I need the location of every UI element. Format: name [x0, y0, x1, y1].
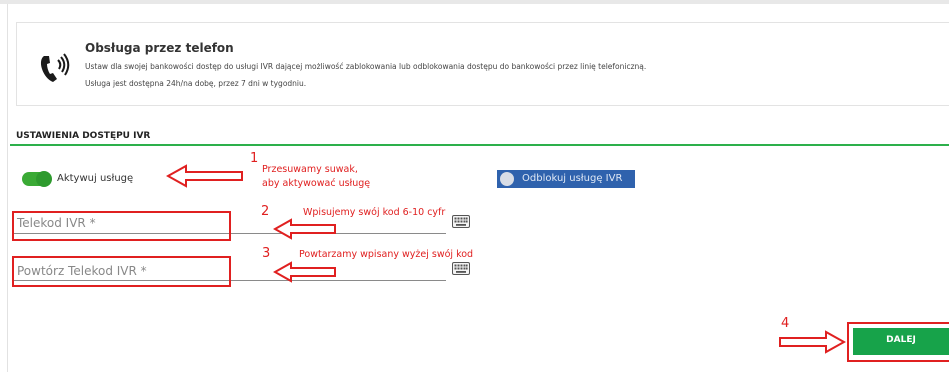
annotation-box-telecode-repeat — [12, 256, 231, 287]
annotation-text-2: Wpisujemy swój kod 6-10 cyfr — [303, 207, 446, 218]
top-bar — [0, 0, 949, 4]
toggle-knob — [36, 171, 52, 187]
keyboard-icon-repeat[interactable] — [452, 262, 470, 275]
annotation-arrow-4 — [779, 330, 846, 354]
section-divider — [10, 144, 949, 146]
annotation-text-3: Powtarzamy wpisany wyżej swój kod — [299, 249, 474, 260]
keyboard-icon[interactable] — [452, 215, 470, 228]
phone-service-availability: Usługa jest dostępna 24h/na dobę, przez … — [85, 79, 307, 88]
annotation-number-4: 4 — [781, 316, 790, 331]
annotation-number-3: 3 — [262, 246, 271, 261]
phone-service-title: Obsługa przez telefon — [85, 41, 234, 55]
annotation-arrow-2 — [273, 218, 336, 240]
annotation-box-telecode — [12, 211, 231, 241]
next-button[interactable]: DALEJ — [853, 328, 949, 355]
phone-ringing-icon — [40, 53, 70, 82]
annotation-arrow-3 — [273, 261, 336, 283]
unlock-ivr-label: Odblokuj usługę IVR — [522, 173, 623, 184]
annotation-number-1: 1 — [250, 151, 259, 166]
left-border — [7, 4, 8, 372]
annotation-text-1a: Przesuwamy suwak, — [262, 164, 358, 175]
activate-service-toggle[interactable] — [22, 171, 52, 187]
section-title-ivr: USTAWIENIA DOSTĘPU IVR — [16, 131, 151, 141]
unlock-toggle-knob — [500, 172, 514, 186]
annotation-text-1b: aby aktywować usługę — [262, 178, 371, 189]
activate-service-label: Aktywuj usługę — [57, 173, 134, 184]
phone-service-description: Ustaw dla swojej bankowości dostęp do us… — [85, 62, 647, 71]
annotation-arrow-1 — [166, 164, 243, 188]
unlock-ivr-toggle[interactable]: Odblokuj usługę IVR — [497, 170, 635, 188]
next-button-label: DALEJ — [886, 335, 916, 345]
annotation-number-2: 2 — [261, 204, 270, 219]
